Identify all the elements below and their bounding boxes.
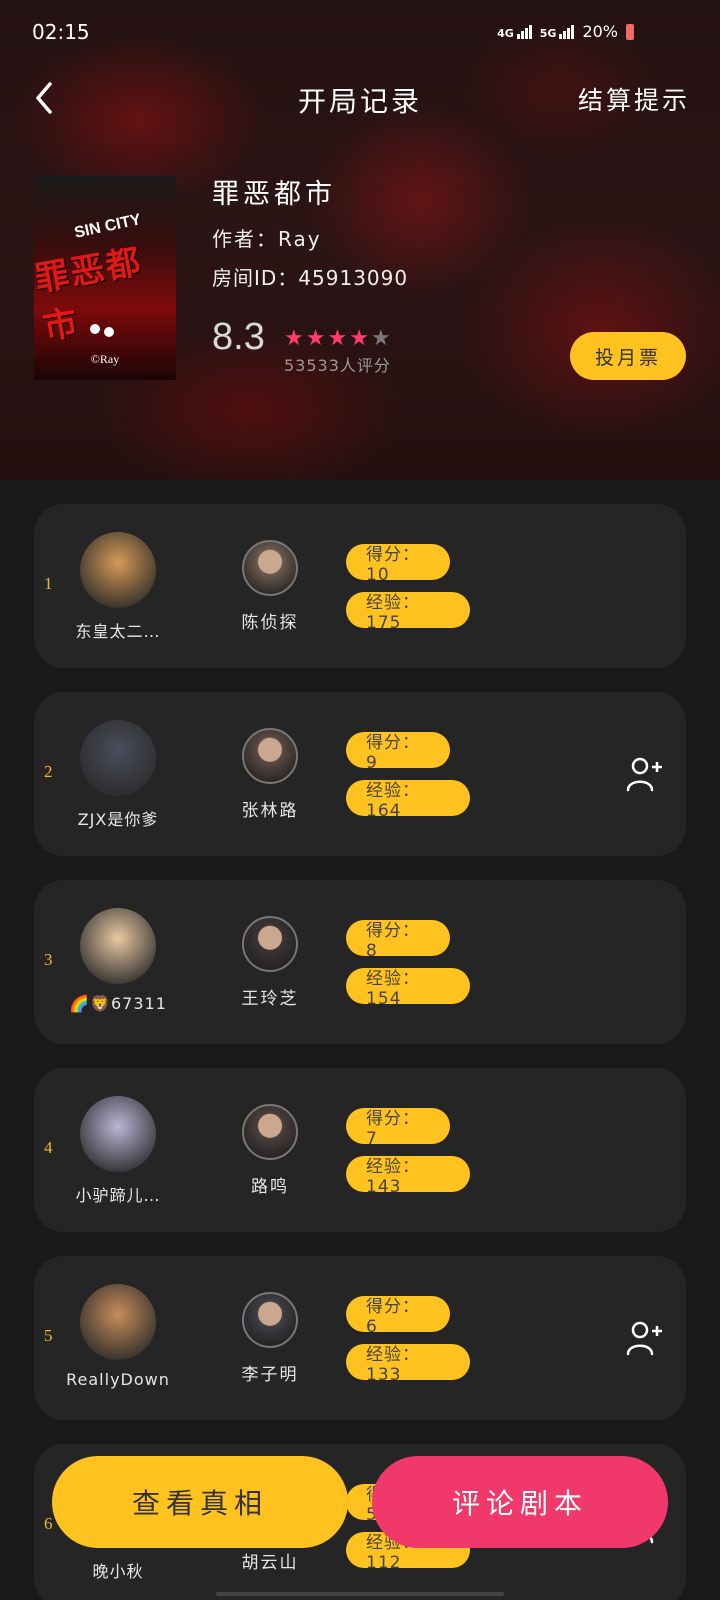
drama-cover[interactable]: SIN CITY 罪恶都市 ©Ray bbox=[34, 176, 176, 380]
battery-percent: 20% bbox=[582, 22, 618, 41]
score-badge: 得分：8 bbox=[346, 920, 450, 961]
signal-5g-label: 5G bbox=[539, 26, 557, 40]
drama-info: 罪恶都市 作者：Ray 房间ID：45913090 bbox=[212, 172, 408, 291]
signal-5g-icon: 5G bbox=[539, 24, 575, 40]
star-icon: ★ bbox=[349, 326, 369, 351]
drama-author: 作者：Ray bbox=[212, 227, 322, 251]
signal-4g-icon: 4G bbox=[497, 24, 532, 40]
status-bar: 02:15 4G 5G 20% bbox=[0, 0, 720, 64]
player-name: 晚小秋 bbox=[92, 1562, 144, 1581]
experience-badge: 经验：133 bbox=[346, 1344, 470, 1385]
record-card: 2 ZJX是你爹 张林路 得分：9 经验：164 bbox=[34, 692, 686, 856]
record-card: 4 小驴蹄儿… 路鸣 得分：7 经验：143 bbox=[34, 1068, 686, 1232]
battery-icon bbox=[626, 23, 634, 40]
role-avatar bbox=[242, 916, 298, 972]
review-script-button[interactable]: 评论剧本 bbox=[372, 1456, 668, 1548]
records-list: 1 东皇太二… 陈侦探 得分：10 经验：175 2 ZJX是你爹 张林路 得分：9 经验：164… bbox=[0, 480, 720, 1600]
home-indicator bbox=[216, 1592, 504, 1596]
score-badge: 得分：10 bbox=[346, 544, 450, 585]
role-avatar bbox=[242, 540, 298, 596]
rank-number: 1 bbox=[44, 574, 53, 593]
player-avatar[interactable] bbox=[80, 532, 156, 608]
cover-figures bbox=[90, 324, 120, 337]
player-avatar[interactable] bbox=[80, 1284, 156, 1360]
player-name: 小驴蹄儿… bbox=[75, 1186, 161, 1205]
role-name: 王玲芝 bbox=[241, 989, 299, 1009]
player-name: 东皇太二… bbox=[75, 622, 161, 641]
rank-number: 6 bbox=[44, 1514, 53, 1533]
rank-number: 4 bbox=[44, 1138, 53, 1157]
experience-badge: 经验：154 bbox=[346, 968, 470, 1009]
player-name: ReallyDown bbox=[66, 1370, 170, 1389]
role-name: 路鸣 bbox=[251, 1177, 289, 1197]
player-avatar[interactable] bbox=[80, 1096, 156, 1172]
star-icon: ★ bbox=[284, 326, 304, 351]
add-friend-icon[interactable] bbox=[626, 1320, 666, 1356]
score-badge: 得分：9 bbox=[346, 732, 450, 773]
role-avatar bbox=[242, 1292, 298, 1348]
rating-stars: ★ ★ ★ ★ ★ bbox=[284, 328, 391, 350]
player-avatar[interactable] bbox=[80, 720, 156, 796]
player-name: ZJX是你爹 bbox=[77, 810, 159, 829]
star-icon: ★ bbox=[305, 326, 326, 351]
role-name: 李子明 bbox=[241, 1365, 299, 1385]
rank-number: 2 bbox=[44, 762, 53, 781]
monthly-vote-button[interactable]: 投月票 bbox=[570, 332, 686, 380]
experience-badge: 经验：175 bbox=[346, 592, 470, 633]
rank-number: 5 bbox=[44, 1326, 53, 1345]
score-badge: 得分：7 bbox=[346, 1108, 450, 1149]
cover-credit: ©Ray bbox=[90, 352, 120, 366]
signal-4g-label: 4G bbox=[497, 26, 514, 40]
drama-title: 罪恶都市 bbox=[212, 179, 336, 210]
player-name: 🌈🦁67311 bbox=[69, 994, 167, 1013]
record-card: 5 ReallyDown 李子明 得分：6 经验：133 bbox=[34, 1256, 686, 1420]
role-name: 胡云山 bbox=[241, 1553, 299, 1573]
role-avatar bbox=[242, 1104, 298, 1160]
status-indicators: 4G 5G 20% bbox=[497, 22, 634, 41]
star-icon: ★ bbox=[370, 326, 391, 351]
score-badge: 得分：6 bbox=[346, 1296, 450, 1337]
status-time: 02:15 bbox=[32, 20, 90, 44]
star-icon: ★ bbox=[327, 326, 348, 351]
rank-number: 3 bbox=[44, 950, 53, 969]
role-name: 张林路 bbox=[241, 801, 299, 821]
rating-count: 53533人评分 bbox=[284, 356, 391, 375]
role-name: 陈侦探 bbox=[241, 613, 299, 633]
role-avatar bbox=[242, 728, 298, 784]
settlement-tips-link[interactable]: 结算提示 bbox=[578, 81, 690, 117]
view-truth-button[interactable]: 查看真相 bbox=[52, 1456, 348, 1548]
add-friend-icon[interactable] bbox=[626, 756, 666, 792]
record-card: 1 东皇太二… 陈侦探 得分：10 经验：175 bbox=[34, 504, 686, 668]
rating-score: 8.3 bbox=[212, 316, 265, 358]
nav-bar: 开局记录 结算提示 bbox=[0, 64, 720, 134]
experience-badge: 经验：143 bbox=[346, 1156, 470, 1197]
player-avatar[interactable] bbox=[80, 908, 156, 984]
experience-badge: 经验：164 bbox=[346, 780, 470, 821]
room-id: 房间ID：45913090 bbox=[212, 266, 409, 290]
record-card: 3 🌈🦁67311 王玲芝 得分：8 经验：154 bbox=[34, 880, 686, 1044]
